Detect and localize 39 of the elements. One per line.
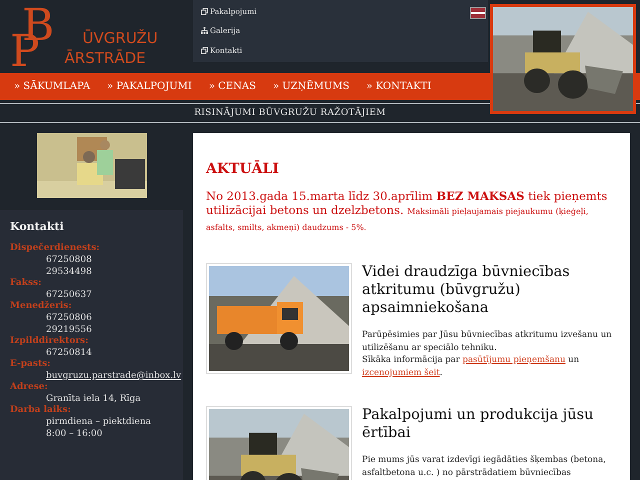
article-title: Videi draudzīga būvniecības atkritumu (būvgružu) apsaimniekošana — [362, 263, 571, 317]
text-link[interactable]: pasūtījumu pieņemšanu — [462, 355, 566, 365]
pages-icon — [201, 46, 208, 54]
contact-value: 8:00 – 16:00 — [46, 428, 102, 440]
logo-word: ŪVGRUŽU — [82, 31, 159, 46]
contact-value: 67250808 — [46, 254, 92, 266]
contact-value: 67250637 — [46, 289, 92, 300]
contact-label: Dispečerdienests: — [10, 243, 100, 254]
nav-link[interactable]: » CENAS — [208, 81, 256, 92]
contact-value: 67250814 — [46, 347, 92, 359]
contact-label: Darba laiks: — [10, 405, 71, 416]
contacts-title: Kontakti — [10, 220, 65, 233]
article-text: Sīkāka informācija par pasūtījumu pieņemšanu un izcenojumiem šeit. — [362, 354, 580, 379]
contact-value: 67250806 — [46, 312, 92, 324]
article-text: Pie mums jūs varat izdevīgi iegādāties šķembas (betona, asfaltbetona u.c. ) no pārstrādatiem būvniecības — [362, 454, 607, 479]
nav-link[interactable]: » UZŅĒMUMS — [272, 81, 350, 92]
contact-label: Adrese: — [10, 382, 48, 393]
contact-label: Izpilddirektors: — [10, 336, 88, 347]
sitemap-icon — [201, 27, 208, 34]
article-text: Parūpēsimies par Jūsu būvniecības atkritumu izvešanu un utilizēšanu ar speciālo tehniku. — [362, 329, 613, 354]
nav-link[interactable]: » PAKALPOJUMI — [107, 81, 192, 92]
nav-link[interactable]: » SĀKUMLAPA — [14, 81, 90, 92]
contact-label: Fakss: — [10, 278, 42, 289]
contact-label: E-pasts: — [10, 359, 50, 370]
contact-label: Menedžeris: — [10, 301, 72, 312]
logo-word: ĀRSTRĀDE — [64, 51, 147, 66]
contact-value: 29219556 — [46, 324, 92, 336]
flag-icon[interactable] — [470, 7, 486, 19]
nav-link[interactable]: » KONTAKTI — [366, 81, 432, 92]
article-title: Pakalpojumi un produkcija jūsu ērtībai — [362, 406, 594, 442]
contact-value: Granīta iela 14, Rīga — [46, 393, 141, 405]
pages-icon — [201, 8, 208, 16]
contact-value: pirmdiena – piektdiena — [46, 416, 151, 428]
text-link[interactable]: izcenojumiem šeit — [362, 368, 440, 378]
news-text: No 2013.gada 15.marta līdz 30.aprīlim BEZ MAKSAS tiek pieņemts utilizācijai betons un dzelzbetons. Maksimāli pieļaujamais piejaukumu (ķieģeļi, asfalts, smilts, akmeņi) daudzums - 5%. — [206, 189, 608, 234]
news-title: AKTUĀLI — [206, 161, 280, 177]
tagline: RISINĀJUMI BŪVGRUŽU RAŽOTĀJIEM — [194, 108, 386, 118]
contact-value: 29534498 — [46, 266, 92, 278]
email-link[interactable]: buvgruzu.parstrade@inbox.lv — [46, 370, 182, 382]
